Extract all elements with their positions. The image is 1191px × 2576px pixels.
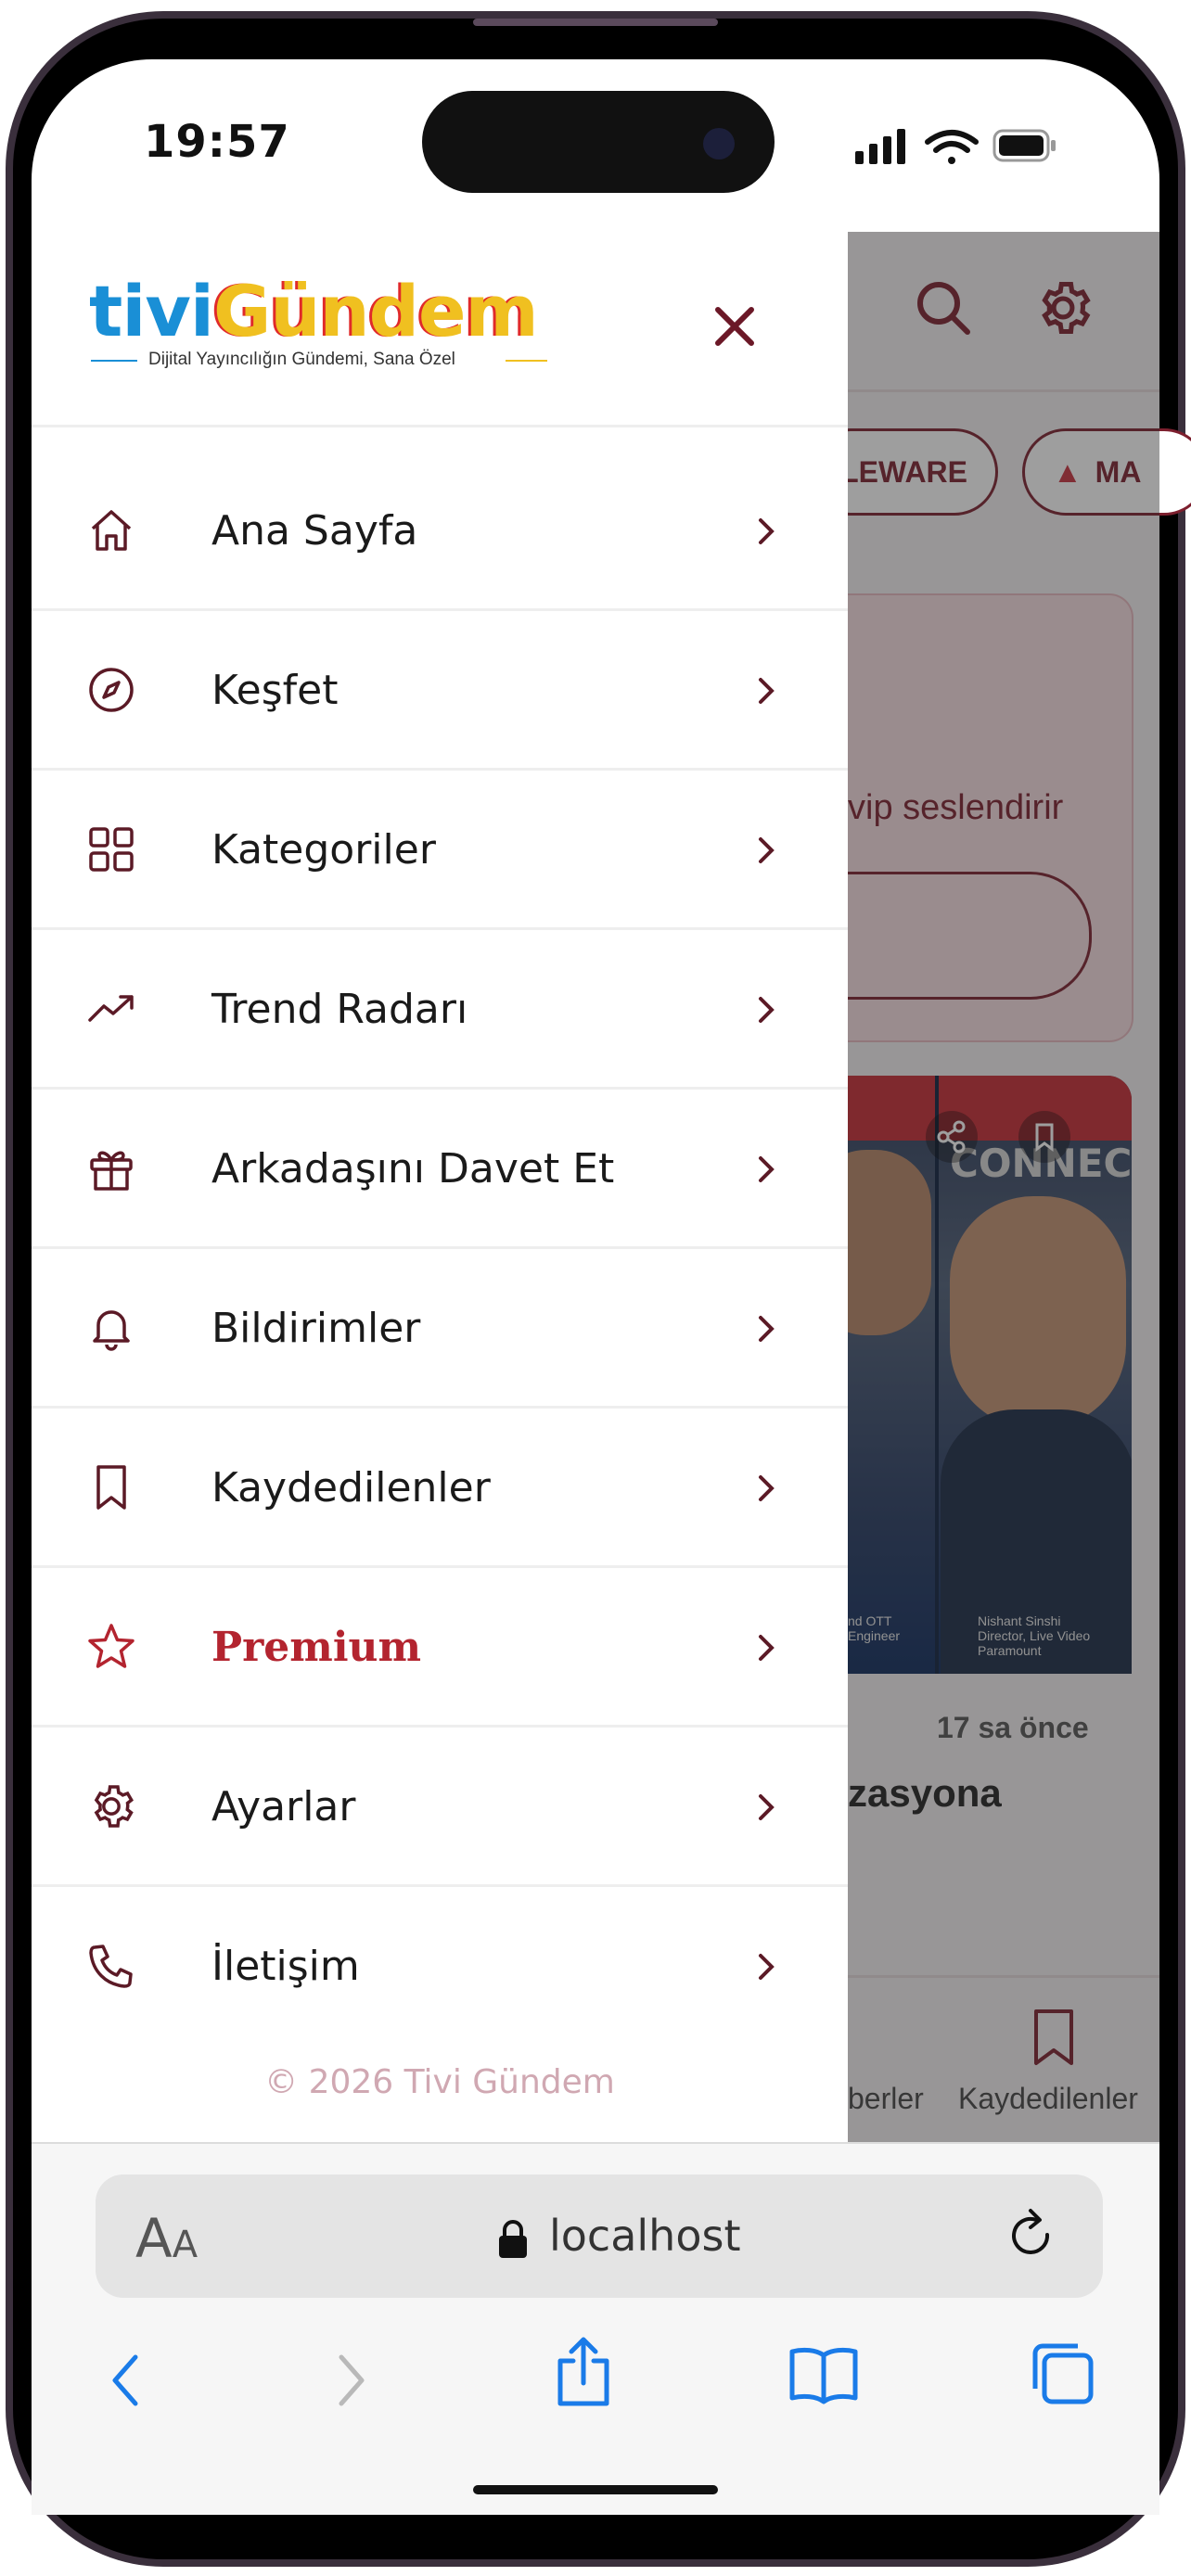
text-size-button[interactable]: AA	[135, 2207, 198, 2270]
menu-divider	[32, 1087, 848, 1090]
back-icon[interactable]	[104, 2350, 148, 2411]
menu-item-home[interactable]: Ana Sayfa	[32, 453, 848, 610]
toolbar-divider	[32, 2142, 1159, 2144]
reload-icon[interactable]	[1005, 2207, 1058, 2264]
menu-divider	[32, 608, 848, 611]
camera	[703, 128, 735, 159]
signal-icon	[855, 129, 905, 164]
menu-divider	[32, 1565, 848, 1568]
menu-item-categories[interactable]: Kategoriler	[32, 772, 848, 929]
menu-label: Ana Sayfa	[211, 507, 418, 555]
menu-label: Arkadaşını Davet Et	[211, 1145, 615, 1192]
trending-icon	[88, 995, 134, 1022]
copyright: © 2026 Tivi Gündem	[264, 2063, 615, 2101]
home-icon	[91, 510, 132, 551]
menu-item-notifications[interactable]: Bildirimler	[32, 1250, 848, 1408]
star-icon	[88, 1624, 134, 1668]
logo-tagline: Dijital Yayıncılığın Gündemi, Sana Özel	[148, 350, 455, 369]
chevron-right-icon	[759, 1635, 775, 1661]
menu-divider	[32, 927, 848, 930]
chevron-right-icon	[759, 518, 775, 544]
lock-icon	[499, 2220, 527, 2258]
menu-label: Bildirimler	[211, 1305, 421, 1352]
chevron-right-icon	[759, 1954, 775, 1980]
bell-icon	[93, 1310, 130, 1351]
chevron-right-icon	[759, 1475, 775, 1501]
menu-label: Premium	[211, 1624, 422, 1671]
menu-divider	[32, 1406, 848, 1409]
menu-item-discover[interactable]: Keşfet	[32, 612, 848, 770]
chevron-right-icon	[759, 678, 775, 704]
menu-divider	[32, 1725, 848, 1728]
menu-label: Ayarlar	[211, 1783, 356, 1830]
drawer-overlay[interactable]	[848, 232, 1159, 2142]
menu-item-settings[interactable]: Ayarlar	[32, 1728, 848, 1886]
share-icon[interactable]	[553, 2335, 614, 2409]
menu-divider	[32, 1884, 848, 1887]
menu-item-contact[interactable]: İletişim	[32, 1888, 848, 2046]
gear-icon	[94, 1785, 134, 1828]
tabs-icon[interactable]	[1028, 2340, 1098, 2407]
phone-icon	[89, 1945, 133, 1988]
chevron-right-icon	[759, 1156, 775, 1182]
gift-icon	[90, 1151, 133, 1191]
bookmark-icon	[96, 1465, 126, 1510]
menu-label: Kategoriler	[211, 826, 436, 874]
menu-item-invite[interactable]: Arkadaşını Davet Et	[32, 1090, 848, 1248]
close-icon[interactable]	[705, 297, 764, 356]
chevron-right-icon	[759, 1316, 775, 1342]
logo-line	[91, 360, 137, 362]
home-indicator	[473, 2485, 718, 2494]
menu-divider	[32, 425, 848, 427]
chevron-right-icon	[759, 1794, 775, 1820]
logo-line	[506, 360, 547, 362]
menu-divider	[32, 768, 848, 771]
app-logo: tiviGündem	[89, 270, 539, 352]
status-time: 19:57	[144, 116, 290, 168]
battery-icon	[992, 129, 1056, 162]
bookmarks-icon[interactable]	[787, 2344, 861, 2405]
menu-label: Trend Radarı	[211, 986, 468, 1033]
menu-label: Kaydedilenler	[211, 1464, 491, 1511]
status-icons	[855, 129, 1056, 164]
compass-icon	[89, 668, 134, 712]
url-text[interactable]: localhost	[549, 2211, 740, 2261]
menu-label: İletişim	[211, 1943, 360, 1990]
menu-item-premium[interactable]: Premium	[32, 1569, 848, 1727]
grid-icon	[89, 827, 134, 872]
menu-divider	[32, 1246, 848, 1249]
chevron-right-icon	[759, 837, 775, 863]
wifi-icon	[925, 130, 979, 164]
forward-icon[interactable]	[328, 2350, 373, 2411]
menu-item-trend-radar[interactable]: Trend Radarı	[32, 931, 848, 1089]
menu-label: Keşfet	[211, 667, 339, 714]
chevron-right-icon	[759, 997, 775, 1023]
menu-item-saved[interactable]: Kaydedilenler	[32, 1409, 848, 1567]
